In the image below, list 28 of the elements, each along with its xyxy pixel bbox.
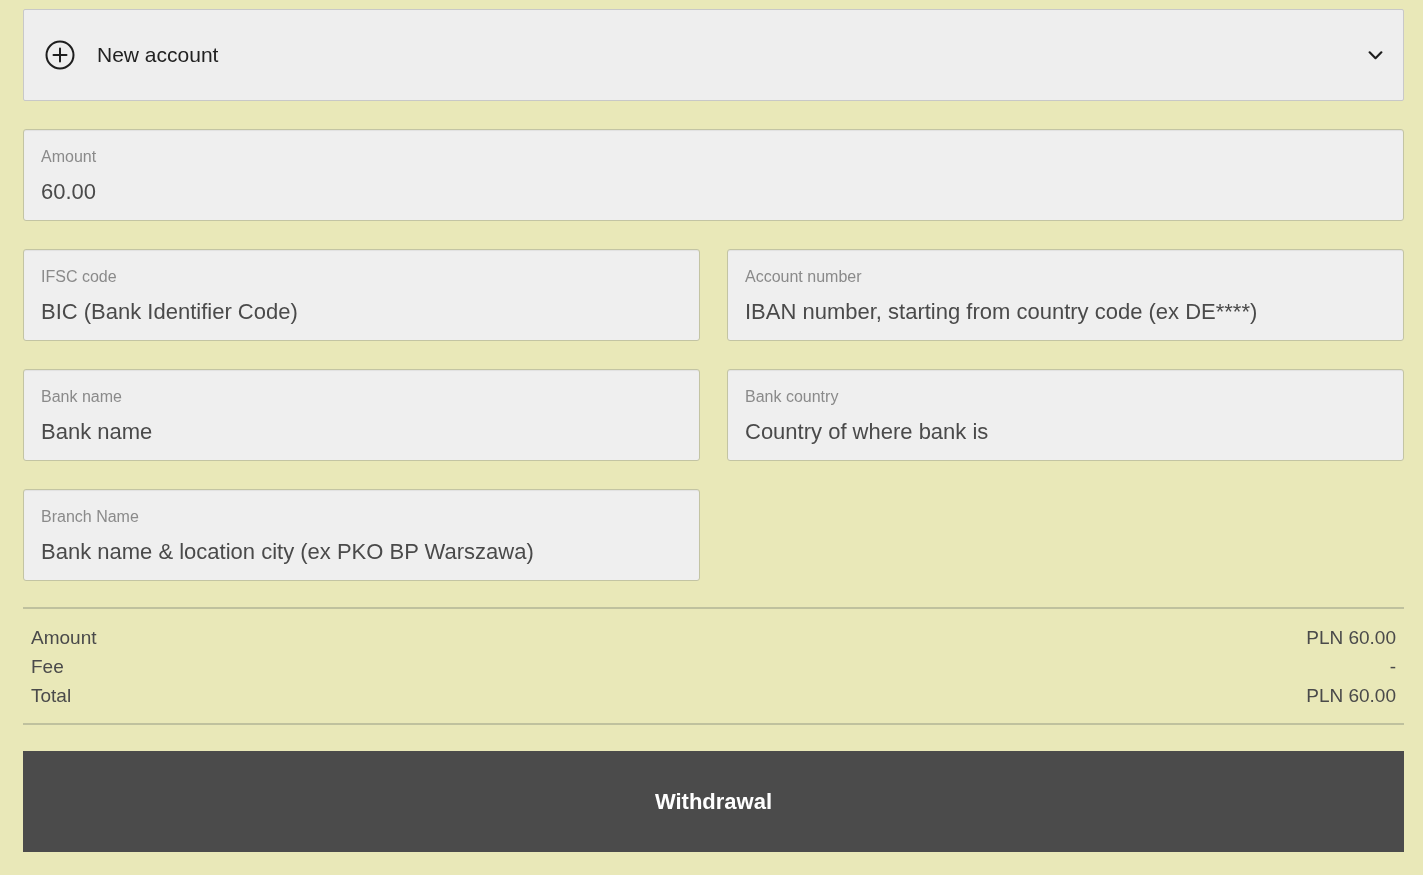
summary-value: PLN 60.00 [1306, 684, 1396, 709]
field-input[interactable]: IBAN number, starting from country code (ex DE****) [745, 297, 1386, 327]
field-input[interactable]: 60.00 [41, 177, 1386, 207]
plus-circle-icon [45, 40, 75, 70]
text-field[interactable]: Account number IBAN number, starting from country code (ex DE****) [727, 249, 1404, 341]
withdrawal-button[interactable]: Withdrawal [23, 751, 1404, 852]
summary-value: - [1389, 655, 1396, 680]
summary-value: PLN 60.00 [1306, 626, 1396, 651]
chevron-down-icon [1368, 50, 1383, 60]
text-field[interactable]: Branch Name Bank name & location city (ex PKO BP Warszawa) [23, 489, 700, 581]
field-label: IFSC code [41, 267, 117, 287]
field-label: Bank country [745, 387, 839, 407]
summary-label: Fee [31, 655, 64, 680]
field-label: Bank name [41, 387, 122, 407]
account-select[interactable]: New account [23, 9, 1404, 101]
field-label: Branch Name [41, 507, 139, 527]
field-input[interactable]: Country of where bank is [745, 417, 1386, 447]
field-input[interactable]: Bank name [41, 417, 682, 447]
field-input[interactable]: BIC (Bank Identifier Code) [41, 297, 682, 327]
text-field[interactable]: Amount 60.00 [23, 129, 1404, 221]
field-input[interactable]: Bank name & location city (ex PKO BP Warszawa) [41, 537, 682, 567]
summary-label: Amount [31, 626, 97, 651]
field-label: Account number [745, 267, 862, 287]
text-field[interactable]: IFSC code BIC (Bank Identifier Code) [23, 249, 700, 341]
summary-label: Total [31, 684, 72, 709]
text-field[interactable]: Bank name Bank name [23, 369, 700, 461]
text-field[interactable]: Bank country Country of where bank is [727, 369, 1404, 461]
field-label: Amount [41, 147, 97, 167]
